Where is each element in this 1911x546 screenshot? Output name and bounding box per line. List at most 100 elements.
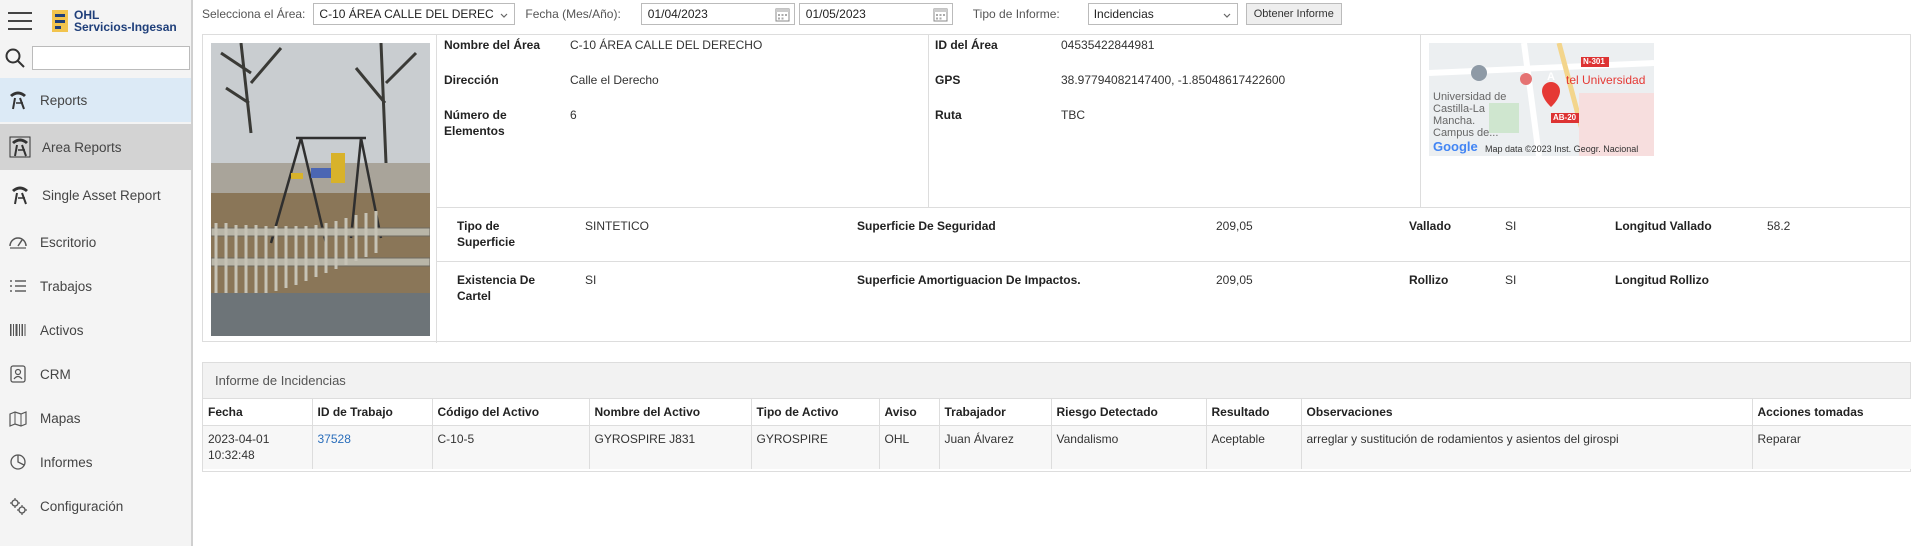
column-header[interactable]: Observaciones (1301, 399, 1753, 426)
area-select[interactable]: C-10 ÁREA CALLE DEL DEREC (313, 3, 516, 25)
attr-value: 58.2 (1767, 219, 1791, 233)
settings-icon (6, 494, 30, 518)
column-header[interactable]: Acciones tomadas (1752, 399, 1911, 426)
attr-key: Tipo de Superficie (457, 219, 516, 249)
address-label: Dirección (444, 73, 499, 87)
area-id-value: 04535422844981 (1061, 38, 1155, 52)
date-to-value: 01/05/2023 (805, 7, 866, 21)
attr-value: SI (1505, 219, 1517, 233)
elements-value: 6 (570, 108, 577, 122)
date-label: Fecha (Mes/Año): (525, 7, 621, 21)
route-label: Ruta (935, 108, 962, 122)
single-asset-icon (8, 183, 32, 207)
nav-configuracion[interactable]: Configuración (0, 484, 191, 528)
incidents-table: Fecha ID de Trabajo Código del Activo No… (203, 399, 1911, 469)
incidents-panel: Informe de Incidencias Fecha ID de Traba… (202, 362, 1911, 472)
cell-acciones: Reparar (1752, 425, 1911, 469)
cell-observaciones: arreglar y sustitución de rodamientos y … (1301, 425, 1753, 469)
area-name-link[interactable]: C-10 ÁREA CALLE DEL DERECHO (570, 37, 762, 53)
column-header[interactable]: Código del Activo (432, 399, 590, 426)
gps-label: GPS (935, 73, 961, 87)
menu-icon[interactable] (8, 12, 32, 30)
dashboard-icon (6, 230, 30, 254)
nav-reports[interactable]: Reports (0, 78, 191, 122)
filter-bar: Selecciona el Área: C-10 ÁREA CALLE DEL … (196, 0, 1911, 28)
column-header[interactable]: Resultado (1206, 399, 1302, 426)
attr-row: Existencia De Cartel SI Superficie Amort… (437, 262, 1911, 316)
column-header[interactable]: Fecha (203, 399, 313, 426)
attr-value: SINTETICO (585, 219, 650, 233)
nav-area-reports[interactable]: Area Reports (0, 124, 191, 170)
tasks-icon (6, 274, 30, 298)
column-header[interactable]: ID de Trabajo (312, 399, 433, 426)
cell-riesgo: Vandalismo (1051, 425, 1207, 469)
area-info-right: ID del Área 04535422844981 GPS 38.977940… (928, 35, 1420, 207)
attr-key: Superficie Amortiguacion De Impactos. (857, 273, 1081, 287)
area-map[interactable]: N-301 AB-20 A tel Universidad Universida… (1429, 43, 1654, 156)
report-type-label: Tipo de Informe: (972, 7, 1060, 21)
nav-escritorio[interactable]: Escritorio (0, 220, 191, 264)
column-header[interactable]: Tipo de Activo (751, 399, 880, 426)
sidebar-search (0, 42, 191, 74)
work-id-link[interactable]: 37528 (318, 432, 351, 446)
crm-icon (6, 362, 30, 386)
gps-value: 38.97794082147400, -1.85048617422600 (1061, 73, 1286, 87)
address-value: Calle el Derecho (570, 73, 659, 87)
nav-informes[interactable]: Informes (0, 440, 191, 484)
sidebar: OHL Servicios-Ingesan Reports Area Repor… (0, 0, 193, 546)
incidents-title: Informe de Incidencias (203, 363, 1910, 399)
calendar-icon[interactable] (933, 7, 948, 22)
area-label: Selecciona el Área: (202, 7, 306, 21)
map-icon (6, 406, 30, 430)
map-marker[interactable]: A (1547, 71, 1555, 83)
calendar-icon[interactable] (775, 7, 790, 22)
column-header[interactable]: Trabajador (939, 399, 1052, 426)
search-input[interactable] (32, 46, 190, 70)
cell-aviso: OHL (879, 425, 940, 469)
date-to-input[interactable]: 01/05/2023 (798, 3, 953, 25)
column-header[interactable]: Riesgo Detectado (1051, 399, 1207, 426)
cell-nombre: GYROSPIRE J831 (589, 425, 752, 469)
cell-trabajador: Juan Álvarez (939, 425, 1052, 469)
area-attributes: Tipo de Superficie SINTETICO Superficie … (436, 207, 1911, 343)
map-attribution: Map data ©2023 Inst. Geogr. Nacional (1485, 144, 1639, 154)
nav-trabajos[interactable]: Trabajos (0, 264, 191, 308)
nav-mapas[interactable]: Mapas (0, 396, 191, 440)
barcode-icon (6, 318, 30, 342)
map-google-logo: Google (1433, 139, 1478, 154)
area-id-label: ID del Área (935, 38, 998, 52)
attr-key: Vallado (1409, 219, 1452, 233)
column-header[interactable]: Aviso (879, 399, 940, 426)
cell-fecha: 2023-04-01 10:32:48 (203, 425, 313, 469)
nav-single-asset-report[interactable]: Single Asset Report (0, 170, 191, 220)
nav-label: Mapas (40, 410, 81, 426)
date-from-input[interactable]: 01/04/2023 (640, 3, 795, 25)
reports-chart-icon (6, 450, 30, 474)
table-row[interactable]: 2023-04-01 10:32:48 37528 C-10-5 GYROSPI… (203, 425, 1911, 469)
map-road-label: N-301 (1583, 57, 1605, 66)
logo-line2: Servicios-Ingesan (74, 20, 177, 34)
nav-activos[interactable]: Activos (0, 308, 191, 352)
column-header[interactable]: Nombre del Activo (589, 399, 752, 426)
report-type-select[interactable]: Incidencias (1087, 3, 1238, 25)
nav-label: Informes (40, 454, 93, 470)
nav-crm[interactable]: CRM (0, 352, 191, 396)
date-from-value: 01/04/2023 (647, 7, 708, 21)
get-report-button[interactable]: Obtener Informe (1245, 3, 1342, 25)
nav-label: Reports (40, 92, 88, 108)
attr-value: SI (1505, 273, 1517, 287)
sidebar-header: OHL Servicios-Ingesan (0, 0, 191, 42)
attr-value: 209,05 (1216, 219, 1253, 233)
nav-label: Escritorio (40, 234, 97, 250)
area-name-label: Nombre del Área (444, 38, 541, 52)
logo-icon (50, 8, 70, 34)
area-info-left: Nombre del Área C-10 ÁREA CALLE DEL DERE… (436, 35, 928, 207)
nav-label: Single Asset Report (42, 187, 161, 203)
chevron-down-icon (500, 9, 508, 18)
nav-label: Configuración (40, 498, 124, 514)
map-campus-label: Universidad de Castilla-La Mancha. Campu… (1433, 91, 1507, 139)
attr-key: Superficie De Seguridad (857, 219, 996, 233)
attr-key: Longitud Rollizo (1615, 273, 1709, 287)
search-icon[interactable] (4, 47, 26, 69)
attr-key: Rollizo (1409, 273, 1449, 287)
